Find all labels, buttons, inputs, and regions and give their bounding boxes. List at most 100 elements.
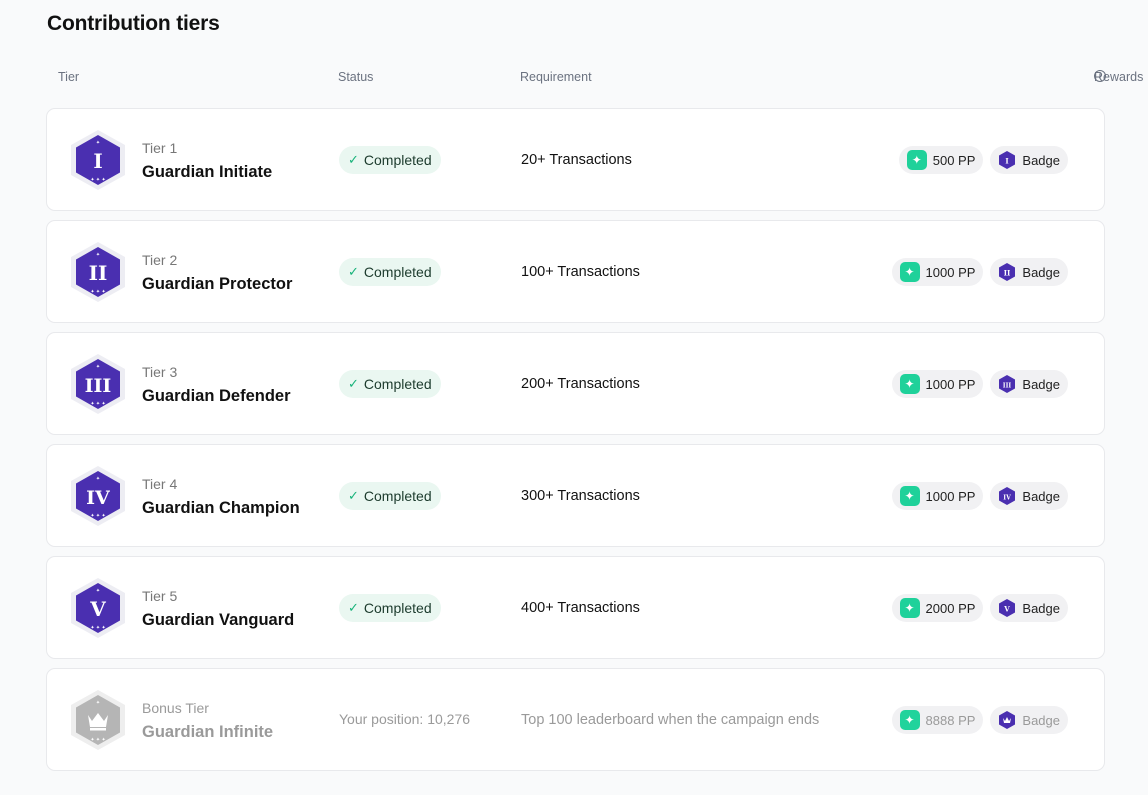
tier-numeral: V bbox=[89, 597, 106, 621]
tier-row-5: V ✦ ✦ ✦ ✦ Tier 5 Guardian Vanguard ✓ Comple… bbox=[46, 556, 1105, 659]
check-icon: ✓ bbox=[348, 264, 359, 279]
points-amount: 1000 PP bbox=[925, 264, 976, 280]
svg-text:✦: ✦ bbox=[96, 700, 100, 706]
rewards-group: ✦ 1000 PP II Badge bbox=[891, 258, 1068, 286]
table-header: Tier Status Requirement Rewards i bbox=[47, 70, 1143, 88]
points-reward-pill: ✦ 1000 PP bbox=[891, 482, 984, 510]
hexagon-badge-svg: IV ✦ ✦ ✦ ✦ bbox=[71, 466, 125, 526]
svg-text:✦: ✦ bbox=[96, 140, 100, 146]
tier-name: Guardian Defender bbox=[142, 387, 291, 405]
tier-hexagon-icon: IV ✦ ✦ ✦ ✦ bbox=[69, 465, 127, 527]
status-label: Completed bbox=[363, 376, 432, 392]
check-icon: ✓ bbox=[348, 152, 359, 167]
sparkle-icon: ✦ bbox=[906, 150, 927, 170]
tier-name: Guardian Vanguard bbox=[142, 611, 295, 629]
status-badge: ✓ Completed bbox=[339, 146, 441, 174]
column-header-tier: Tier bbox=[58, 70, 80, 84]
tier-name: Guardian Protector bbox=[142, 275, 293, 293]
check-icon: ✓ bbox=[348, 600, 359, 615]
sparkle-icon: ✦ bbox=[899, 374, 920, 394]
svg-text:III: III bbox=[1003, 383, 1012, 390]
badge-reward-pill: I Badge bbox=[990, 146, 1068, 174]
svg-text:V: V bbox=[1004, 605, 1011, 614]
tier-row-4: IV ✦ ✦ ✦ ✦ Tier 4 Guardian Champion ✓ Compl… bbox=[46, 444, 1105, 547]
requirement-text: Top 100 leaderboard when the campaign en… bbox=[521, 712, 820, 728]
points-amount: 8888 PP bbox=[925, 712, 976, 728]
tier-label: Tier 5 bbox=[142, 588, 178, 604]
sparkle-icon: ✦ bbox=[899, 710, 920, 730]
svg-text:II: II bbox=[1004, 269, 1011, 278]
rewards-group: ✦ 8888 PP Badge bbox=[891, 706, 1068, 734]
tier-row-3: III ✦ ✦ ✦ ✦ Tier 3 Guardian Defender ✓ Comp… bbox=[46, 332, 1105, 435]
points-amount: 500 PP bbox=[932, 152, 976, 168]
hexagon-badge-icon: I bbox=[999, 151, 1016, 169]
hexagon-badge-svg: I ✦ ✦ ✦ ✦ bbox=[71, 130, 125, 190]
rewards-group: ✦ 2000 PP V Badge bbox=[891, 594, 1068, 622]
rewards-group: ✦ 500 PP I Badge bbox=[898, 146, 1068, 174]
tier-hexagon-icon: I ✦ ✦ ✦ ✦ bbox=[69, 129, 127, 191]
sparkle-icon: ✦ bbox=[899, 262, 920, 282]
check-icon: ✓ bbox=[348, 488, 359, 503]
status-badge: ✓ Completed bbox=[339, 258, 441, 286]
svg-text:✦ ✦ ✦: ✦ ✦ ✦ bbox=[90, 513, 105, 519]
points-amount: 2000 PP bbox=[925, 600, 976, 616]
tier-list: I ✦ ✦ ✦ ✦ Tier 1 Guardian Initiate ✓ Comple… bbox=[46, 108, 1105, 780]
hexagon-badge-icon: II bbox=[999, 263, 1016, 281]
status-badge: ✓ Completed bbox=[339, 482, 441, 510]
column-header-status: Status bbox=[338, 70, 374, 84]
points-reward-pill: ✦ 1000 PP bbox=[891, 258, 984, 286]
rewards-group: ✦ 1000 PP III Badge bbox=[891, 370, 1068, 398]
svg-text:✦: ✦ bbox=[96, 476, 100, 482]
tier-numeral: III bbox=[85, 375, 112, 397]
svg-text:IV: IV bbox=[1004, 495, 1012, 502]
bonus-hexagon-icon: ✦ ✦ ✦ ✦ bbox=[69, 689, 127, 751]
tier-name: Guardian Infinite bbox=[142, 723, 274, 741]
crown-badge-icon bbox=[999, 711, 1016, 729]
sparkle-icon: ✦ bbox=[899, 486, 920, 506]
status-label: Completed bbox=[363, 264, 432, 280]
requirement-text: 400+ Transactions bbox=[521, 600, 640, 616]
tier-numeral: II bbox=[89, 261, 108, 285]
tier-hexagon-icon: II ✦ ✦ ✦ ✦ bbox=[69, 241, 127, 303]
requirement-text: 20+ Transactions bbox=[521, 152, 632, 168]
hexagon-badge-svg: II ✦ ✦ ✦ ✦ bbox=[71, 242, 125, 302]
info-icon[interactable]: i bbox=[1094, 70, 1106, 82]
svg-text:✦ ✦ ✦: ✦ ✦ ✦ bbox=[90, 401, 105, 407]
rewards-group: ✦ 1000 PP IV Badge bbox=[891, 482, 1068, 510]
svg-text:✦: ✦ bbox=[96, 364, 100, 370]
points-reward-pill: ✦ 500 PP bbox=[898, 146, 984, 174]
svg-text:✦ ✦ ✦: ✦ ✦ ✦ bbox=[90, 625, 105, 631]
svg-text:I: I bbox=[1006, 157, 1009, 166]
points-reward-pill: ✦ 8888 PP bbox=[891, 706, 984, 734]
status-label: Completed bbox=[363, 488, 432, 504]
tier-hexagon-icon: III ✦ ✦ ✦ ✦ bbox=[69, 353, 127, 415]
svg-text:✦: ✦ bbox=[96, 588, 100, 594]
requirement-text: 100+ Transactions bbox=[521, 264, 640, 280]
requirement-text: 300+ Transactions bbox=[521, 488, 640, 504]
badge-reward-pill: V Badge bbox=[990, 594, 1068, 622]
hexagon-badge-svg: V ✦ ✦ ✦ ✦ bbox=[71, 578, 125, 638]
points-reward-pill: ✦ 2000 PP bbox=[891, 594, 984, 622]
badge-label: Badge bbox=[1022, 712, 1060, 728]
badge-label: Badge bbox=[1022, 264, 1060, 280]
tier-name: Guardian Initiate bbox=[142, 163, 273, 181]
tier-label: Tier 4 bbox=[142, 476, 178, 492]
column-header-requirement: Requirement bbox=[520, 70, 592, 84]
tier-name: Guardian Champion bbox=[142, 499, 300, 517]
badge-reward-pill: II Badge bbox=[990, 258, 1068, 286]
status-badge: ✓ Completed bbox=[339, 594, 441, 622]
badge-label: Badge bbox=[1022, 600, 1060, 616]
tier-label: Bonus Tier bbox=[142, 700, 209, 716]
svg-text:✦ ✦ ✦: ✦ ✦ ✦ bbox=[90, 177, 105, 183]
svg-text:✦: ✦ bbox=[96, 252, 100, 258]
tier-numeral: IV bbox=[86, 487, 111, 509]
points-amount: 1000 PP bbox=[925, 488, 976, 504]
status-badge: ✓ Completed bbox=[339, 370, 441, 398]
sparkle-icon: ✦ bbox=[899, 598, 920, 618]
tier-label: Tier 3 bbox=[142, 364, 178, 380]
tier-numeral: I bbox=[93, 149, 102, 173]
requirement-text: 200+ Transactions bbox=[521, 376, 640, 392]
points-amount: 1000 PP bbox=[925, 376, 976, 392]
badge-label: Badge bbox=[1022, 488, 1060, 504]
hexagon-badge-svg: ✦ ✦ ✦ ✦ bbox=[71, 690, 125, 750]
